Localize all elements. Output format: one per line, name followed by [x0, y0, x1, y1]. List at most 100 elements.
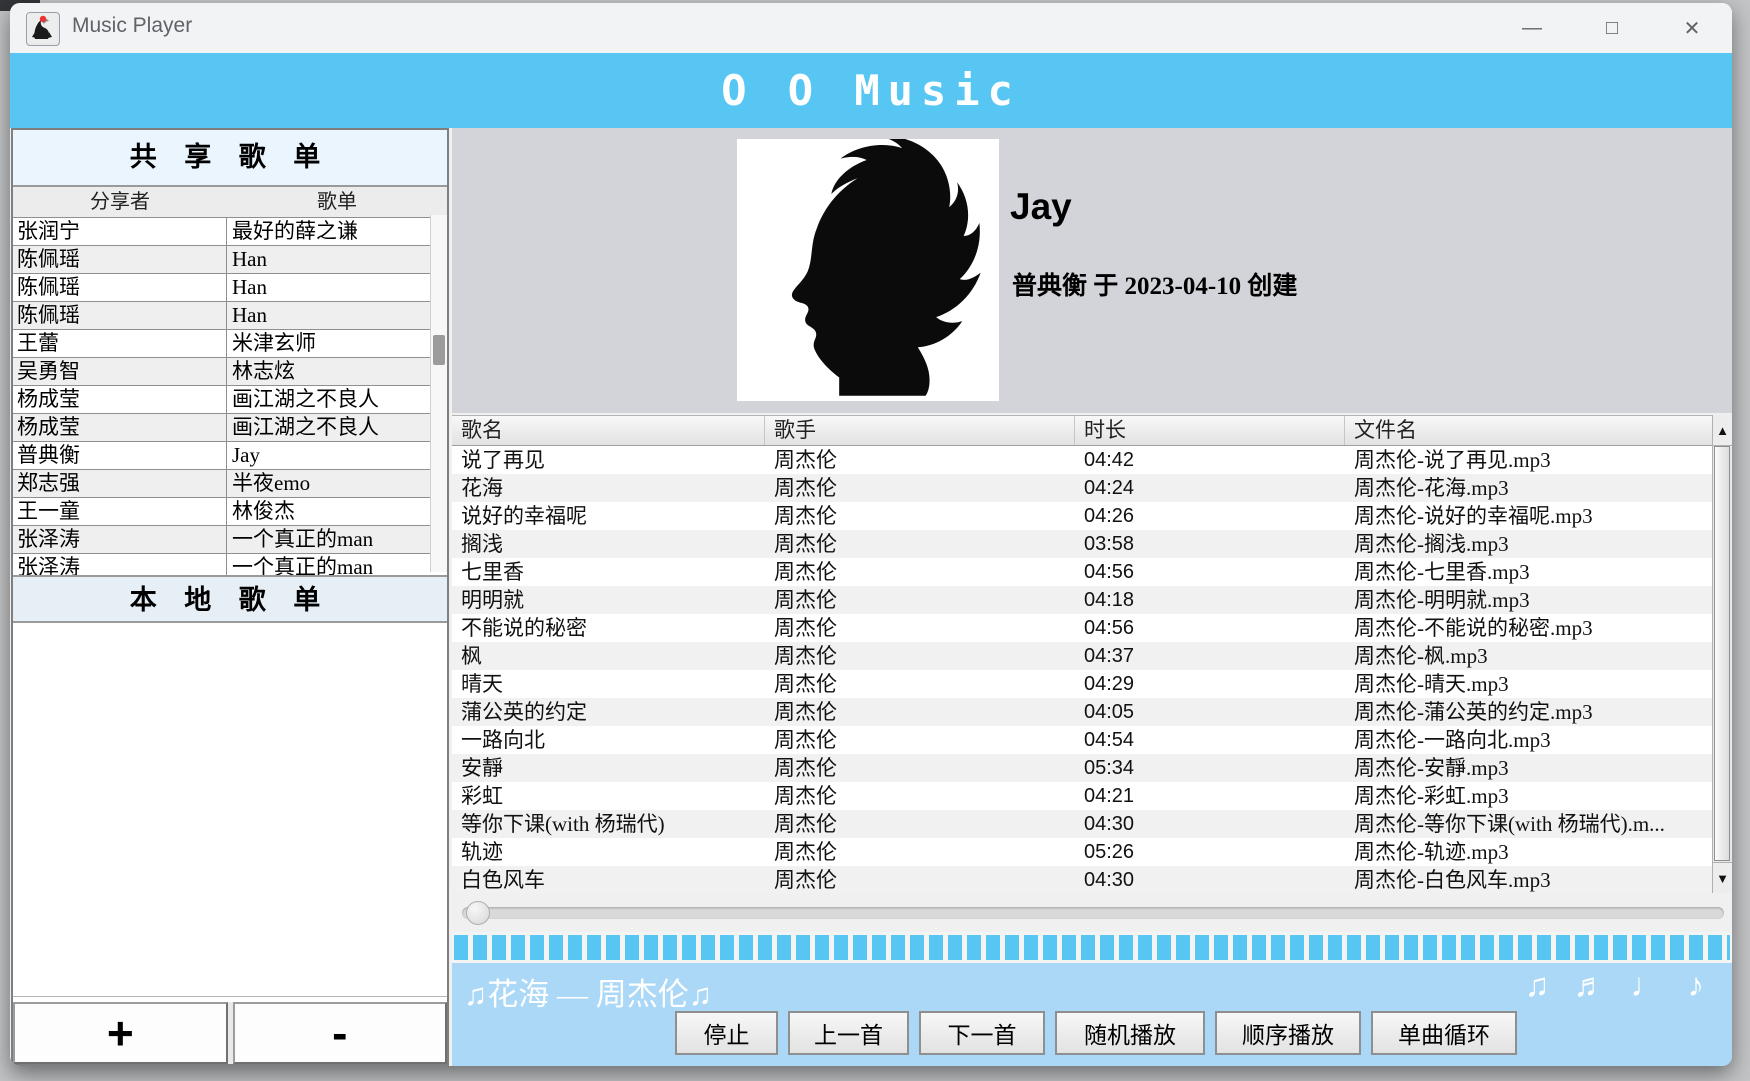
column-header-duration: 时长 — [1075, 416, 1345, 445]
duration-cell: 04:56 — [1075, 558, 1345, 586]
filename-cell: 周杰伦-晴天.mp3 — [1345, 670, 1712, 698]
music-player-window: Music Player — □ ✕ O O Music 共 享 歌 单 分享者… — [10, 3, 1732, 1066]
seek-track[interactable] — [462, 907, 1724, 919]
song-name-cell: 晴天 — [452, 670, 765, 698]
filename-cell: 周杰伦-说了再见.mp3 — [1345, 446, 1712, 474]
sidebar-scrollbar-thumb[interactable] — [433, 335, 445, 365]
sharer-cell: 普典衡 — [13, 442, 227, 469]
duration-cell: 04:42 — [1075, 446, 1345, 474]
song-row[interactable]: 说了再见周杰伦04:42周杰伦-说了再见.mp3 — [452, 446, 1712, 474]
shared-playlist-row[interactable]: 张泽涛一个真正的man — [13, 554, 447, 575]
local-playlists-area — [13, 623, 447, 997]
filename-cell: 周杰伦-七里香.mp3 — [1345, 558, 1712, 586]
song-table-header: 歌名 歌手 时长 文件名 — [452, 415, 1712, 446]
remove-playlist-button[interactable]: - — [233, 1002, 448, 1064]
filename-cell: 周杰伦-彩虹.mp3 — [1345, 782, 1712, 810]
repeat-one-button[interactable]: 单曲循环 — [1371, 1011, 1517, 1055]
seek-thumb[interactable] — [466, 901, 490, 925]
shared-playlist-row[interactable]: 张润宁最好的薛之谦 — [13, 218, 447, 246]
column-header-filename: 文件名 — [1345, 416, 1712, 445]
music-note-icon: ♬ — [1574, 965, 1607, 1005]
previous-button[interactable]: 上一首 — [788, 1011, 909, 1055]
song-name-cell: 搁浅 — [452, 530, 765, 558]
shuffle-play-button[interactable]: 随机播放 — [1055, 1011, 1205, 1055]
playlist-action-buttons: + - — [13, 1002, 447, 1064]
piano-stripe-decoration — [452, 932, 1732, 963]
sidebar-scrollbar[interactable] — [430, 215, 447, 572]
scroll-down-icon[interactable]: ▼ — [1713, 862, 1732, 893]
sharer-cell: 陈佩瑶 — [13, 246, 227, 273]
sharer-cell: 陈佩瑶 — [13, 302, 227, 329]
song-row[interactable]: 轨迹周杰伦05:26周杰伦-轨迹.mp3 — [452, 838, 1712, 866]
artist-cell: 周杰伦 — [765, 614, 1075, 642]
app-title: O O Music — [721, 66, 1021, 115]
song-row[interactable]: 彩虹周杰伦04:21周杰伦-彩虹.mp3 — [452, 782, 1712, 810]
song-row[interactable]: 七里香周杰伦04:56周杰伦-七里香.mp3 — [452, 558, 1712, 586]
shared-playlist-row[interactable]: 王一童林俊杰 — [13, 498, 447, 526]
song-scrollbar-thumb[interactable] — [1714, 446, 1730, 861]
song-row[interactable]: 蒲公英的约定周杰伦04:05周杰伦-蒲公英的约定.mp3 — [452, 698, 1712, 726]
sharer-cell: 杨成莹 — [13, 414, 227, 441]
next-button[interactable]: 下一首 — [919, 1011, 1045, 1055]
player-controls: 停止上一首下一首随机播放顺序播放单曲循环 — [675, 1011, 1517, 1055]
song-name-cell: 等你下课(with 杨瑞代) — [452, 810, 765, 838]
playlist-cell: 最好的薛之谦 — [227, 218, 447, 245]
shared-playlist-row[interactable]: 陈佩瑶Han — [13, 246, 447, 274]
song-row[interactable]: 明明就周杰伦04:18周杰伦-明明就.mp3 — [452, 586, 1712, 614]
song-row[interactable]: 花海周杰伦04:24周杰伦-花海.mp3 — [452, 474, 1712, 502]
artist-cell: 周杰伦 — [765, 838, 1075, 866]
app-header: O O Music — [10, 53, 1732, 128]
sharer-cell: 杨成莹 — [13, 386, 227, 413]
shared-playlist-row[interactable]: 普典衡Jay — [13, 442, 447, 470]
close-button[interactable]: ✕ — [1652, 3, 1732, 53]
artist-cell: 周杰伦 — [765, 446, 1075, 474]
song-row[interactable]: 说好的幸福呢周杰伦04:26周杰伦-说好的幸福呢.mp3 — [452, 502, 1712, 530]
duration-cell: 04:30 — [1075, 866, 1345, 893]
maximize-button[interactable]: □ — [1572, 3, 1652, 53]
shared-playlist-row[interactable]: 陈佩瑶Han — [13, 302, 447, 330]
shared-playlist-row[interactable]: 杨成莹画江湖之不良人 — [13, 414, 447, 442]
stop-button[interactable]: 停止 — [675, 1011, 778, 1055]
duration-cell: 04:21 — [1075, 782, 1345, 810]
duration-cell: 04:05 — [1075, 698, 1345, 726]
shared-playlist-row[interactable]: 王蕾米津玄师 — [13, 330, 447, 358]
song-row[interactable]: 白色风车周杰伦04:30周杰伦-白色风车.mp3 — [452, 866, 1712, 893]
minimize-button[interactable]: — — [1492, 3, 1572, 53]
sharer-cell: 王蕾 — [13, 330, 227, 357]
song-table-scrollbar[interactable]: ▲ ▼ — [1712, 415, 1732, 893]
scroll-up-icon[interactable]: ▲ — [1713, 415, 1732, 446]
song-row[interactable]: 晴天周杰伦04:29周杰伦-晴天.mp3 — [452, 670, 1712, 698]
music-note-icon: ♩ — [1631, 965, 1664, 1005]
shared-playlist-row[interactable]: 张泽涛一个真正的man — [13, 526, 447, 554]
music-notes-decoration: ♫♬♩♪ — [1525, 965, 1704, 1005]
shared-playlist-row[interactable]: 陈佩瑶Han — [13, 274, 447, 302]
song-name-cell: 花海 — [452, 474, 765, 502]
song-table: 歌名 歌手 时长 文件名 说了再见周杰伦04:42周杰伦-说了再见.mp3花海周… — [452, 415, 1732, 893]
shared-playlist-row[interactable]: 吴勇智林志炫 — [13, 358, 447, 386]
shared-playlist-row[interactable]: 郑志强半夜emo — [13, 470, 447, 498]
sequential-play-button[interactable]: 顺序播放 — [1215, 1011, 1361, 1055]
filename-cell: 周杰伦-枫.mp3 — [1345, 642, 1712, 670]
song-row[interactable]: 搁浅周杰伦03:58周杰伦-搁浅.mp3 — [452, 530, 1712, 558]
song-row[interactable]: 一路向北周杰伦04:54周杰伦-一路向北.mp3 — [452, 726, 1712, 754]
filename-cell: 周杰伦-安靜.mp3 — [1345, 754, 1712, 782]
add-playlist-button[interactable]: + — [13, 1002, 228, 1064]
song-name-cell: 说好的幸福呢 — [452, 502, 765, 530]
song-row[interactable]: 安靜周杰伦05:34周杰伦-安靜.mp3 — [452, 754, 1712, 782]
column-header-sharer: 分享者 — [13, 187, 227, 217]
local-playlists-title: 本 地 歌 单 — [13, 575, 447, 623]
filename-cell: 周杰伦-一路向北.mp3 — [1345, 726, 1712, 754]
seek-bar — [452, 893, 1732, 932]
artist-cell: 周杰伦 — [765, 726, 1075, 754]
artist-cell: 周杰伦 — [765, 670, 1075, 698]
song-row[interactable]: 不能说的秘密周杰伦04:56周杰伦-不能说的秘密.mp3 — [452, 614, 1712, 642]
sharer-cell: 陈佩瑶 — [13, 274, 227, 301]
artist-cell: 周杰伦 — [765, 810, 1075, 838]
artist-cell: 周杰伦 — [765, 866, 1075, 893]
song-row[interactable]: 枫周杰伦04:37周杰伦-枫.mp3 — [452, 642, 1712, 670]
filename-cell: 周杰伦-轨迹.mp3 — [1345, 838, 1712, 866]
song-row[interactable]: 等你下课(with 杨瑞代)周杰伦04:30周杰伦-等你下课(with 杨瑞代)… — [452, 810, 1712, 838]
artist-cell: 周杰伦 — [765, 586, 1075, 614]
playlist-cell: 画江湖之不良人 — [227, 386, 447, 413]
shared-playlist-row[interactable]: 杨成莹画江湖之不良人 — [13, 386, 447, 414]
